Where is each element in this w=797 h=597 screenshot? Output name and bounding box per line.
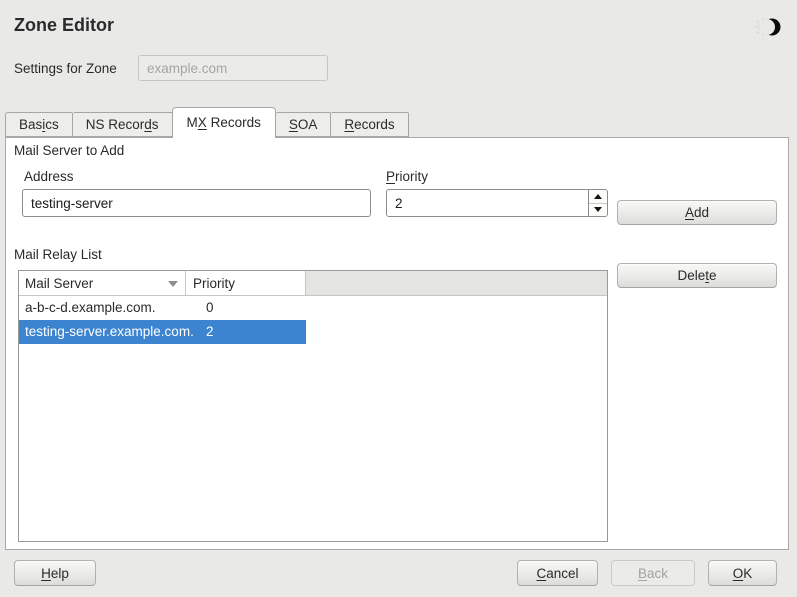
ok-button[interactable]: OK bbox=[708, 560, 777, 586]
arrow-down-icon bbox=[594, 207, 602, 212]
tab-records[interactable]: Records bbox=[331, 112, 408, 137]
priority-cell: 2 bbox=[187, 320, 214, 344]
address-label: Address bbox=[24, 169, 74, 184]
spin-buttons bbox=[588, 190, 607, 216]
mail-server-cell: testing-server.example.com. bbox=[19, 320, 187, 344]
settings-for-zone-label: Settings for Zone bbox=[14, 61, 117, 76]
back-button[interactable]: Back bbox=[611, 560, 695, 586]
table-row[interactable]: a-b-c-d.example.com. 0 bbox=[19, 296, 607, 320]
column-header-mail-server[interactable]: Mail Server bbox=[19, 271, 186, 295]
spin-up-button[interactable] bbox=[589, 190, 607, 204]
help-button[interactable]: Help bbox=[14, 560, 96, 586]
header-filler bbox=[306, 271, 607, 295]
tab-basics[interactable]: Basics bbox=[5, 112, 73, 137]
priority-header-label: Priority bbox=[193, 276, 235, 291]
table-header: Mail Server Priority bbox=[19, 271, 607, 296]
spin-down-button[interactable] bbox=[589, 204, 607, 217]
add-button[interactable]: Add bbox=[617, 200, 777, 225]
mail-server-cell: a-b-c-d.example.com. bbox=[19, 296, 187, 320]
arrow-up-icon bbox=[594, 194, 602, 199]
mail-relay-table: Mail Server Priority a-b-c-d.example.com… bbox=[18, 270, 608, 542]
moon-sun-theme-icon bbox=[753, 11, 785, 43]
column-header-priority[interactable]: Priority bbox=[186, 271, 306, 295]
cancel-button[interactable]: Cancel bbox=[517, 560, 598, 586]
tab-bar: Basics NS Records MX Records SOA Records bbox=[5, 107, 409, 137]
zone-name-field[interactable] bbox=[138, 55, 328, 81]
page-title: Zone Editor bbox=[14, 15, 114, 36]
mail-relay-list-title: Mail Relay List bbox=[14, 247, 102, 262]
tab-ns-records[interactable]: NS Records bbox=[73, 112, 173, 137]
address-input[interactable] bbox=[22, 189, 371, 217]
priority-input[interactable] bbox=[387, 190, 588, 216]
priority-spinbox bbox=[386, 189, 608, 217]
zone-editor-dialog: { "palette": { "page_bg": "#e9e9e7", "pa… bbox=[0, 0, 797, 597]
priority-cell: 0 bbox=[187, 296, 214, 320]
tab-soa[interactable]: SOA bbox=[276, 112, 332, 137]
mail-server-header-label: Mail Server bbox=[25, 276, 93, 291]
table-row-selected[interactable]: testing-server.example.com. 2 bbox=[19, 320, 607, 344]
sort-descending-icon bbox=[168, 281, 178, 287]
delete-button[interactable]: Delete bbox=[617, 263, 777, 288]
tab-mx-records[interactable]: MX Records bbox=[172, 107, 276, 138]
mail-server-to-add-title: Mail Server to Add bbox=[14, 143, 124, 158]
priority-label: Priority bbox=[386, 169, 428, 184]
